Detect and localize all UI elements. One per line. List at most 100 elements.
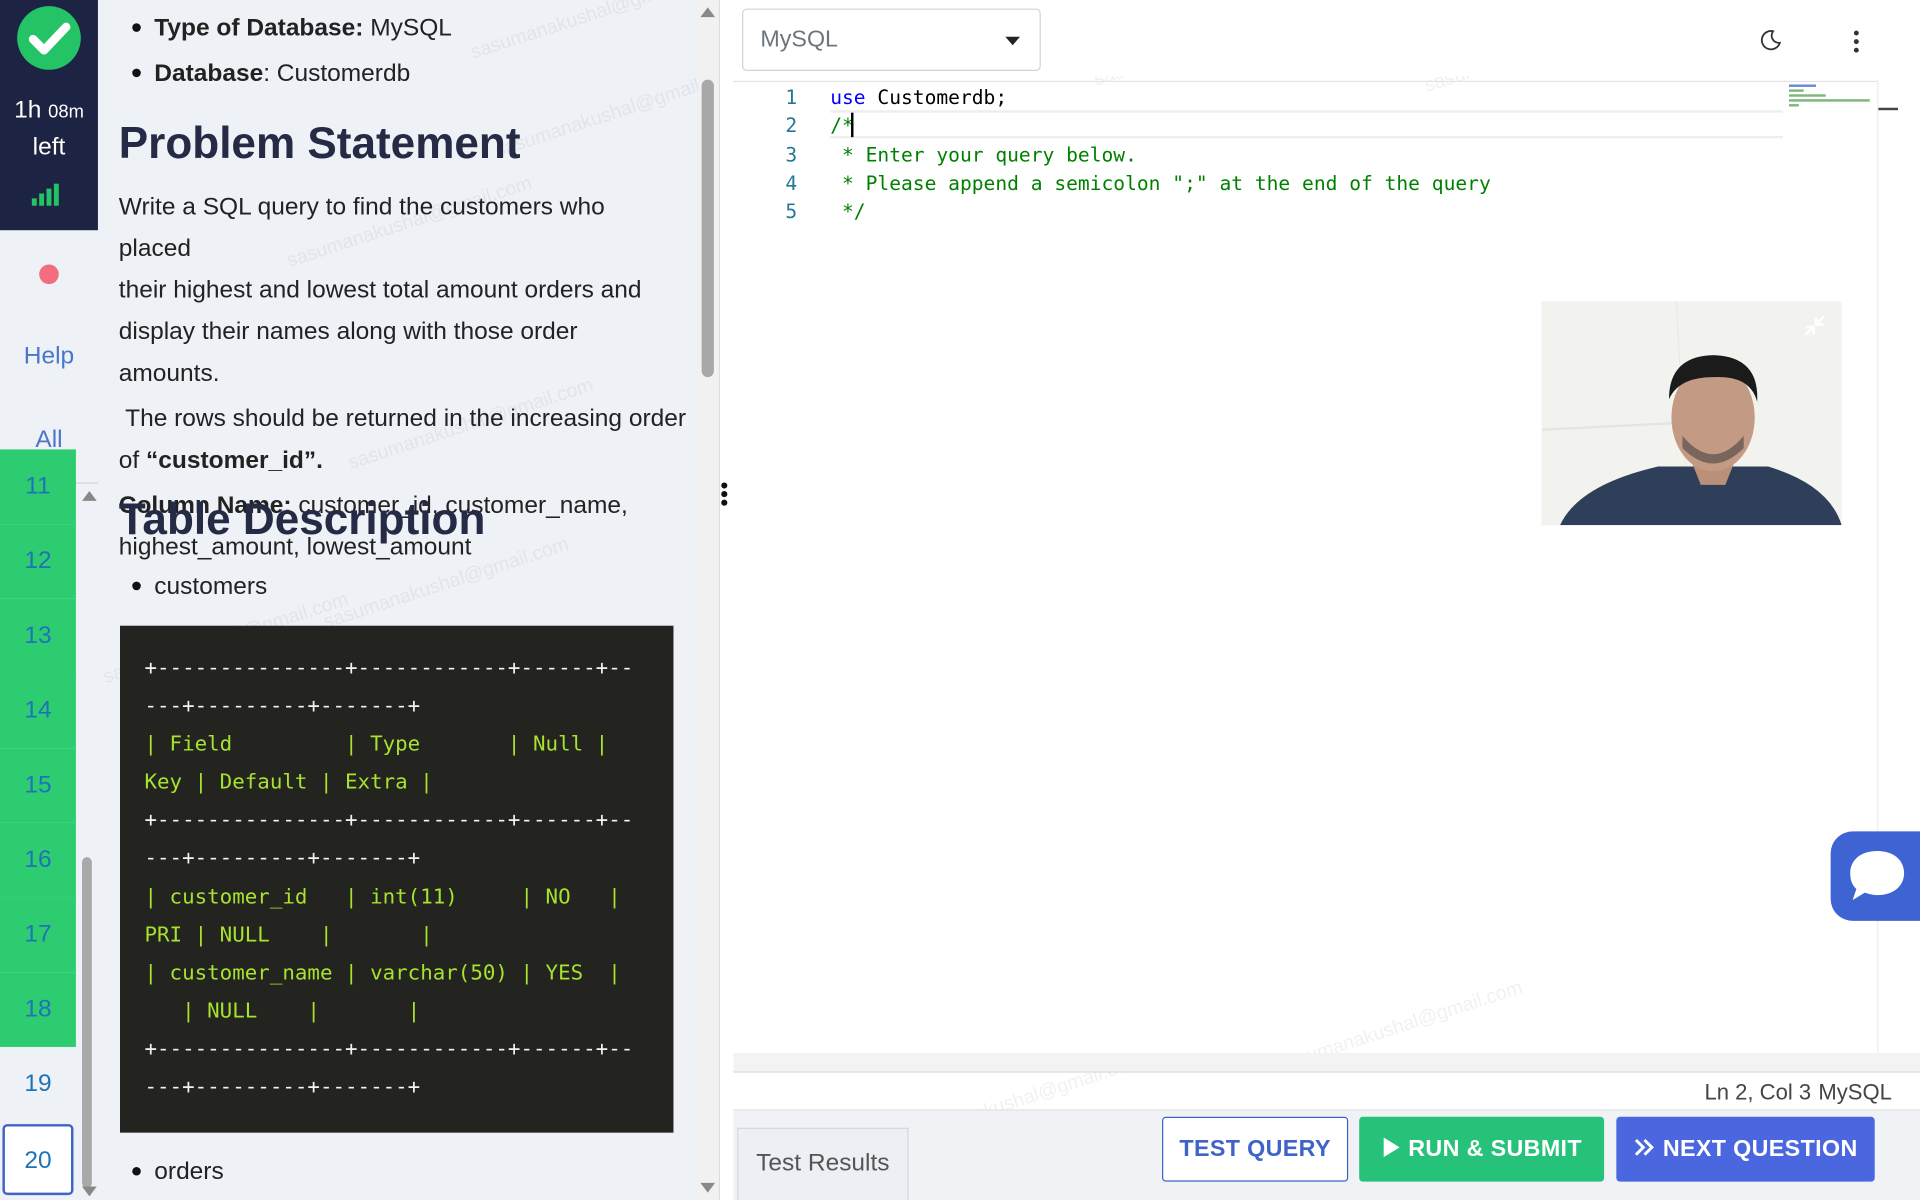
chat-icon bbox=[1850, 851, 1905, 901]
question-list-scrollbar[interactable] bbox=[78, 484, 97, 1200]
left-rail: 1h 08m left Help All 11 12 13 14 15 16 17 18 19 2… bbox=[0, 0, 98, 1200]
double-chevron-icon bbox=[1634, 1138, 1654, 1156]
question-item-11[interactable]: 11 bbox=[0, 449, 76, 525]
scroll-thumb[interactable] bbox=[82, 857, 92, 1188]
problem-panel: sasumanakushal@gmail.com sasumanakushal@… bbox=[97, 0, 698, 1200]
line-number: 5 bbox=[785, 199, 798, 224]
db-name-label: Database bbox=[154, 60, 264, 87]
code-line: use Customerdb; bbox=[830, 86, 1007, 109]
statement-line: their highest and lowest total amount or… bbox=[118, 276, 642, 304]
scroll-up-icon[interactable] bbox=[700, 7, 716, 18]
status-language: MySQL bbox=[1818, 1080, 1892, 1105]
timer-hours: 1h bbox=[14, 96, 42, 124]
line-number: 2 bbox=[785, 114, 798, 138]
schema-line: | customer_id | int(11) | NO | bbox=[144, 884, 621, 910]
question-item-18[interactable]: 18 bbox=[0, 972, 76, 1047]
table-name-orders: orders bbox=[132, 1151, 224, 1193]
cursor-position: Ln 2, Col 3 bbox=[1704, 1080, 1812, 1105]
check-icon bbox=[17, 6, 81, 70]
question-item-14[interactable]: 14 bbox=[0, 673, 76, 749]
record-dot-icon bbox=[39, 264, 59, 285]
text-cursor bbox=[851, 112, 854, 138]
code-text: * Please append a semicolon ";" at the e… bbox=[830, 171, 1491, 195]
action-bar: Test Results TEST QUERY RUN & SUBMIT NEX… bbox=[733, 1110, 1920, 1200]
editor-toolbar: MySQL bbox=[733, 0, 1920, 76]
question-item-17[interactable]: 17 bbox=[0, 897, 76, 973]
problem-scrollbar[interactable] bbox=[697, 0, 719, 1200]
scroll-down-icon[interactable] bbox=[700, 1182, 716, 1193]
scroll-thumb[interactable] bbox=[701, 79, 714, 378]
schema-code-block: +---------------+------------+------+-- -… bbox=[120, 625, 674, 1133]
schema-line: ---+---------+-------+ bbox=[144, 694, 421, 719]
code-line: */ bbox=[830, 199, 866, 224]
language-select[interactable]: MySQL bbox=[742, 8, 1041, 72]
db-name-line: Database: Customerdb bbox=[132, 53, 411, 95]
current-line-highlight bbox=[830, 110, 1783, 139]
run-submit-label: RUN & SUBMIT bbox=[1408, 1136, 1582, 1163]
schema-line: +---------------+------------+------+-- bbox=[144, 656, 634, 681]
db-type-line: Type of Database: MySQL bbox=[132, 7, 452, 49]
question-item-16[interactable]: 16 bbox=[0, 822, 76, 898]
problem-heading: Problem Statement bbox=[118, 117, 521, 168]
schema-line: | customer_name | varchar(50) | YES | bbox=[144, 960, 621, 986]
question-item-15[interactable]: 15 bbox=[0, 748, 76, 823]
collapse-icon[interactable] bbox=[1802, 313, 1826, 337]
scroll-up-icon[interactable] bbox=[82, 491, 97, 501]
chat-button[interactable] bbox=[1830, 831, 1920, 921]
code-text: Customerdb; bbox=[865, 85, 1008, 109]
next-question-button[interactable]: NEXT QUESTION bbox=[1616, 1116, 1875, 1182]
resize-handle-icon[interactable] bbox=[721, 482, 728, 508]
status-bar: Ln 2, Col 3 MySQL bbox=[733, 1074, 1920, 1111]
status-header: 1h 08m left bbox=[0, 0, 98, 231]
question-item-20[interactable]: 20 bbox=[2, 1124, 74, 1196]
run-submit-button[interactable]: RUN & SUBMIT bbox=[1359, 1116, 1605, 1182]
schema-line: ---+---------+-------+ bbox=[144, 846, 421, 872]
line-number: 1 bbox=[785, 85, 798, 109]
code-keyword: use bbox=[830, 85, 866, 109]
question-item-12[interactable]: 12 bbox=[0, 524, 76, 599]
timer-label: left bbox=[32, 133, 66, 161]
line-number: 4 bbox=[785, 171, 798, 195]
help-link[interactable]: Help bbox=[0, 343, 98, 371]
play-icon bbox=[1383, 1137, 1400, 1158]
code-line: * Please append a semicolon ";" at the e… bbox=[830, 171, 1491, 194]
table-heading: Table Description bbox=[118, 493, 486, 544]
chevron-down-icon bbox=[1005, 36, 1021, 46]
schema-line: | NULL | | bbox=[144, 999, 421, 1024]
code-text: */ bbox=[830, 199, 866, 224]
schema-line: PRI | NULL | | bbox=[144, 922, 433, 948]
code-text: * Enter your query below. bbox=[830, 142, 1137, 167]
schema-line: ---+---------+-------+ bbox=[144, 1075, 421, 1100]
code-line: * Enter your query below. bbox=[830, 143, 1137, 166]
table-name-customers: customers bbox=[132, 566, 267, 608]
kebab-menu-icon[interactable] bbox=[1853, 30, 1859, 57]
statement-line: Write a SQL query to find the customers … bbox=[118, 193, 605, 263]
editor-panel: sasumanakushal@gmail.com sasumanakushal@… bbox=[733, 0, 1920, 1200]
question-list: 11 12 13 14 15 16 17 18 19 20 bbox=[0, 449, 98, 1200]
tab-test-results[interactable]: Test Results bbox=[737, 1127, 909, 1200]
pane-divider[interactable] bbox=[718, 0, 734, 1200]
test-query-button[interactable]: TEST QUERY bbox=[1162, 1116, 1349, 1182]
minimap[interactable] bbox=[1782, 82, 1878, 119]
editor-horizontal-scrollbar[interactable] bbox=[733, 1053, 1920, 1073]
order-key-line: of “customer_id”. bbox=[119, 440, 664, 482]
order-key: “customer_id”. bbox=[146, 446, 323, 474]
order-line: The rows should be returned in the incre… bbox=[118, 405, 687, 433]
db-type-value: MySQL bbox=[370, 14, 452, 42]
next-question-label: NEXT QUESTION bbox=[1662, 1136, 1858, 1163]
language-select-value: MySQL bbox=[760, 26, 838, 53]
question-item-19[interactable]: 19 bbox=[0, 1047, 76, 1122]
timer-minutes: 08m bbox=[48, 101, 84, 123]
signal-icon bbox=[31, 183, 64, 206]
moon-icon[interactable] bbox=[1760, 29, 1782, 51]
order-of: of bbox=[118, 446, 147, 474]
db-type-label: Type of Database: bbox=[154, 14, 364, 42]
schema-line: | Field | Type | Null | bbox=[144, 732, 609, 757]
code-editor[interactable]: 1 use Customerdb; 2/* 3 * Enter your query … bbox=[733, 80, 1879, 1053]
db-name-value: : Customerdb bbox=[263, 60, 411, 87]
statement-line: display their names along with those ord… bbox=[118, 318, 578, 387]
scroll-down-icon[interactable] bbox=[82, 1186, 97, 1197]
time-remaining: 1h 08m left bbox=[0, 93, 98, 164]
schema-line: Key | Default | Extra | bbox=[144, 770, 433, 796]
question-item-13[interactable]: 13 bbox=[0, 598, 76, 674]
